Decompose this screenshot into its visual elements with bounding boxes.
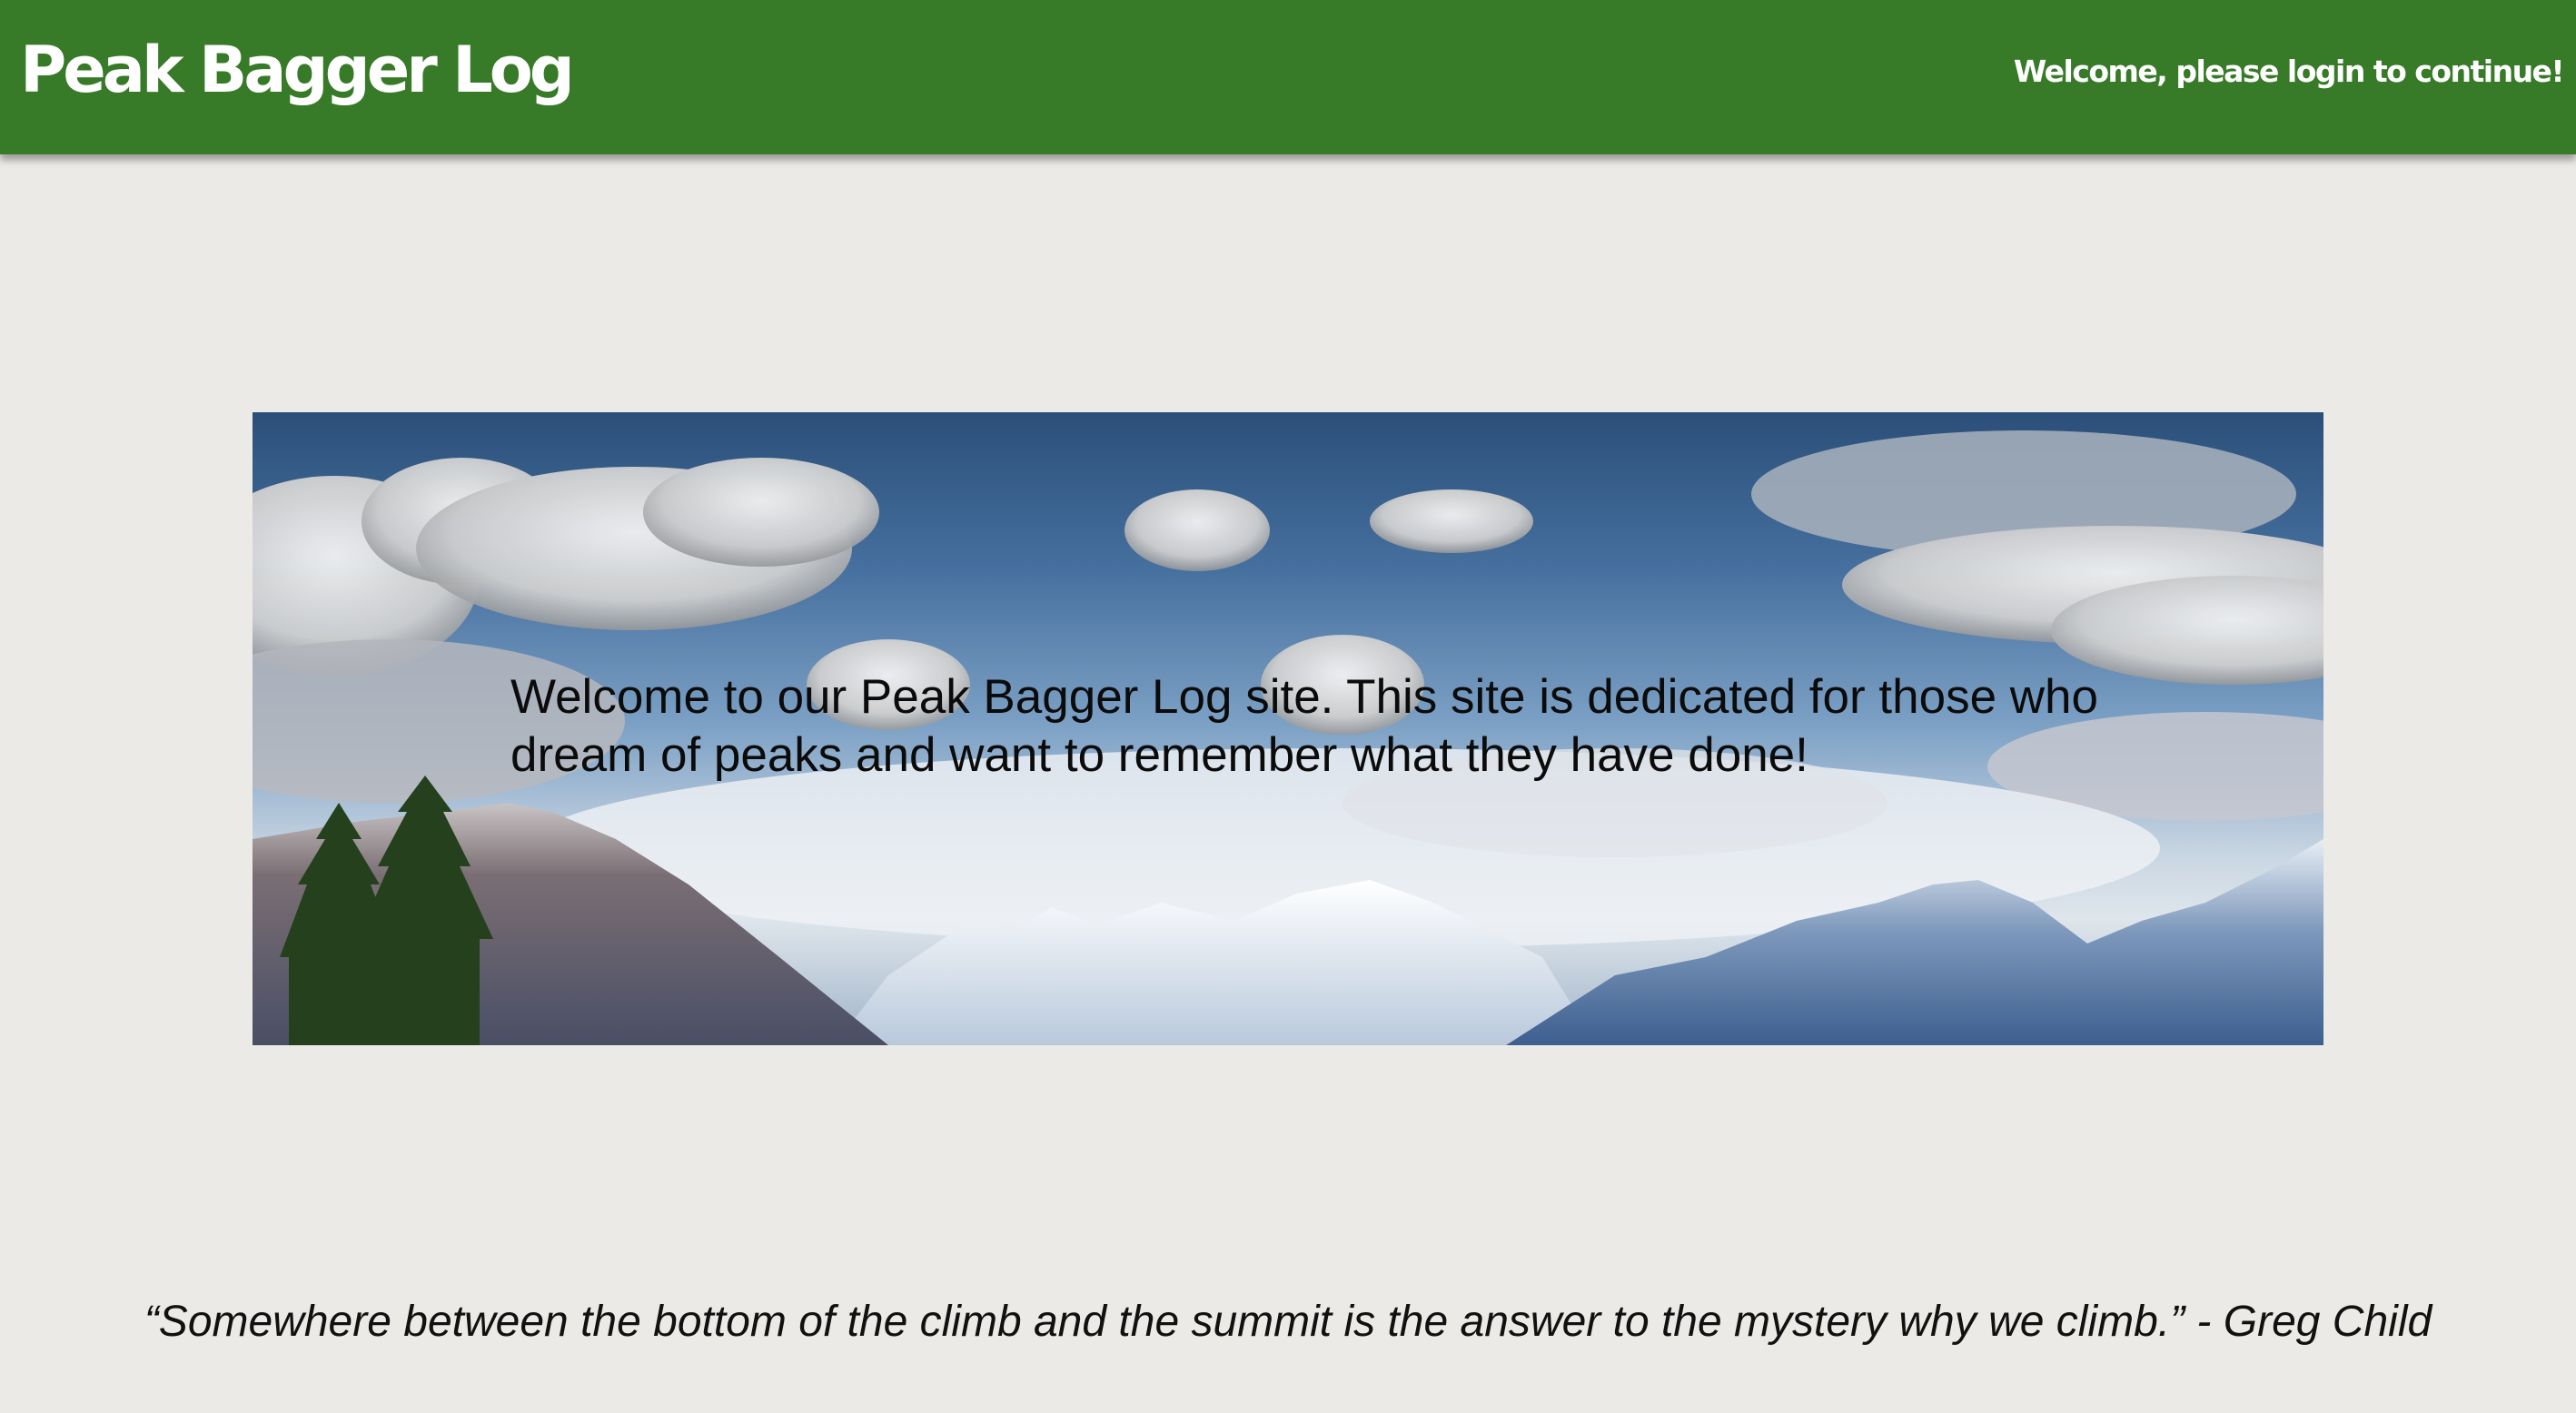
climbing-quote: “Somewhere between the bottom of the cli…	[144, 1298, 2432, 1346]
hero-welcome-text: Welcome to our Peak Bagger Log site. Thi…	[510, 670, 2098, 782]
site-header: Peak Bagger Log Welcome, please login to…	[0, 0, 2576, 154]
login-message[interactable]: Welcome, please login to continue!	[2014, 56, 2565, 86]
hero-banner: Welcome to our Peak Bagger Log site. Thi…	[253, 412, 2323, 1045]
site-title[interactable]: Peak Bagger Log	[20, 38, 575, 102]
